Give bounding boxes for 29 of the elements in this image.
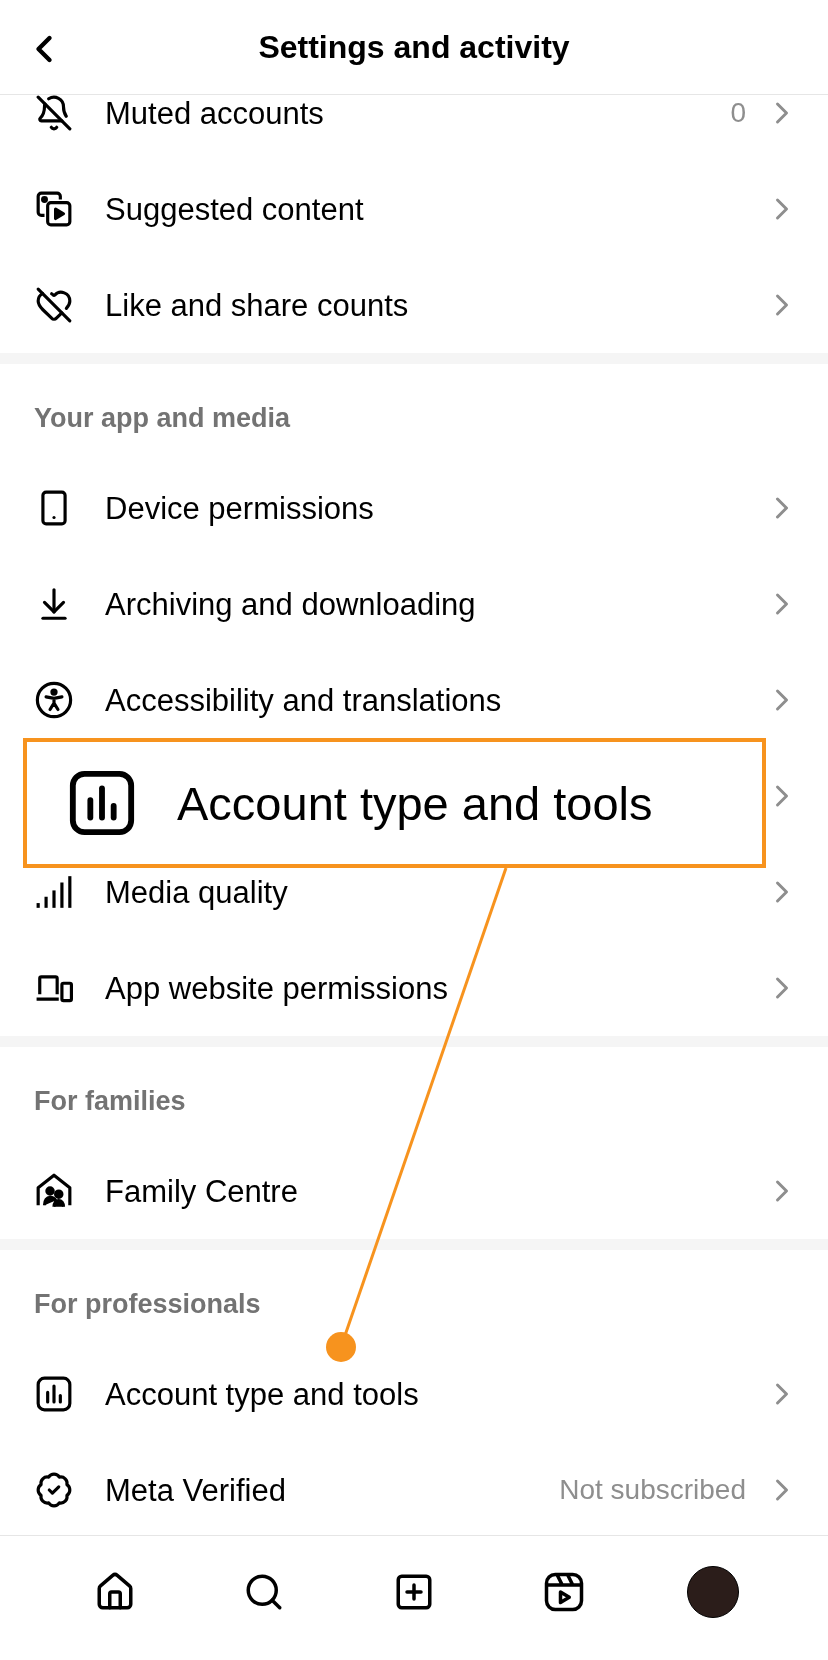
verified-badge-icon (35, 1471, 73, 1509)
row-label: Muted accounts (105, 97, 324, 129)
media-play-icon (35, 190, 73, 228)
section-heading: Your app and media (33, 401, 292, 435)
row-value: 0 (730, 97, 746, 129)
row-label: App website permissions (105, 972, 448, 1004)
accessibility-icon (35, 681, 73, 719)
reels-icon (542, 1571, 585, 1613)
row-label: Meta Verified (105, 1474, 286, 1506)
row-label: Device permissions (105, 492, 374, 524)
heart-off-icon (35, 286, 73, 324)
chart-icon (67, 768, 137, 838)
page-title: Settings and activity (258, 28, 570, 66)
signal-bars-icon (35, 873, 73, 911)
muted-bell-icon (35, 95, 73, 132)
section-heading: For families (33, 1084, 187, 1118)
chart-icon (35, 1375, 73, 1413)
row-label: Family Centre (105, 1175, 298, 1207)
house-people-icon (35, 1172, 73, 1210)
profile-avatar (687, 1566, 740, 1618)
section-heading: For professionals (33, 1287, 262, 1321)
row-label: Like and share counts (105, 289, 409, 321)
row-label: Suggested content (105, 193, 364, 225)
row-label: Accessibility and translations (105, 684, 502, 716)
callout-label: Account type and tools (177, 775, 653, 831)
row-value: Not subscribed (559, 1474, 746, 1506)
row-label: Account type and tools (105, 1378, 419, 1410)
row-label: Archiving and downloading (105, 588, 476, 620)
row-label: Media quality (105, 876, 288, 908)
